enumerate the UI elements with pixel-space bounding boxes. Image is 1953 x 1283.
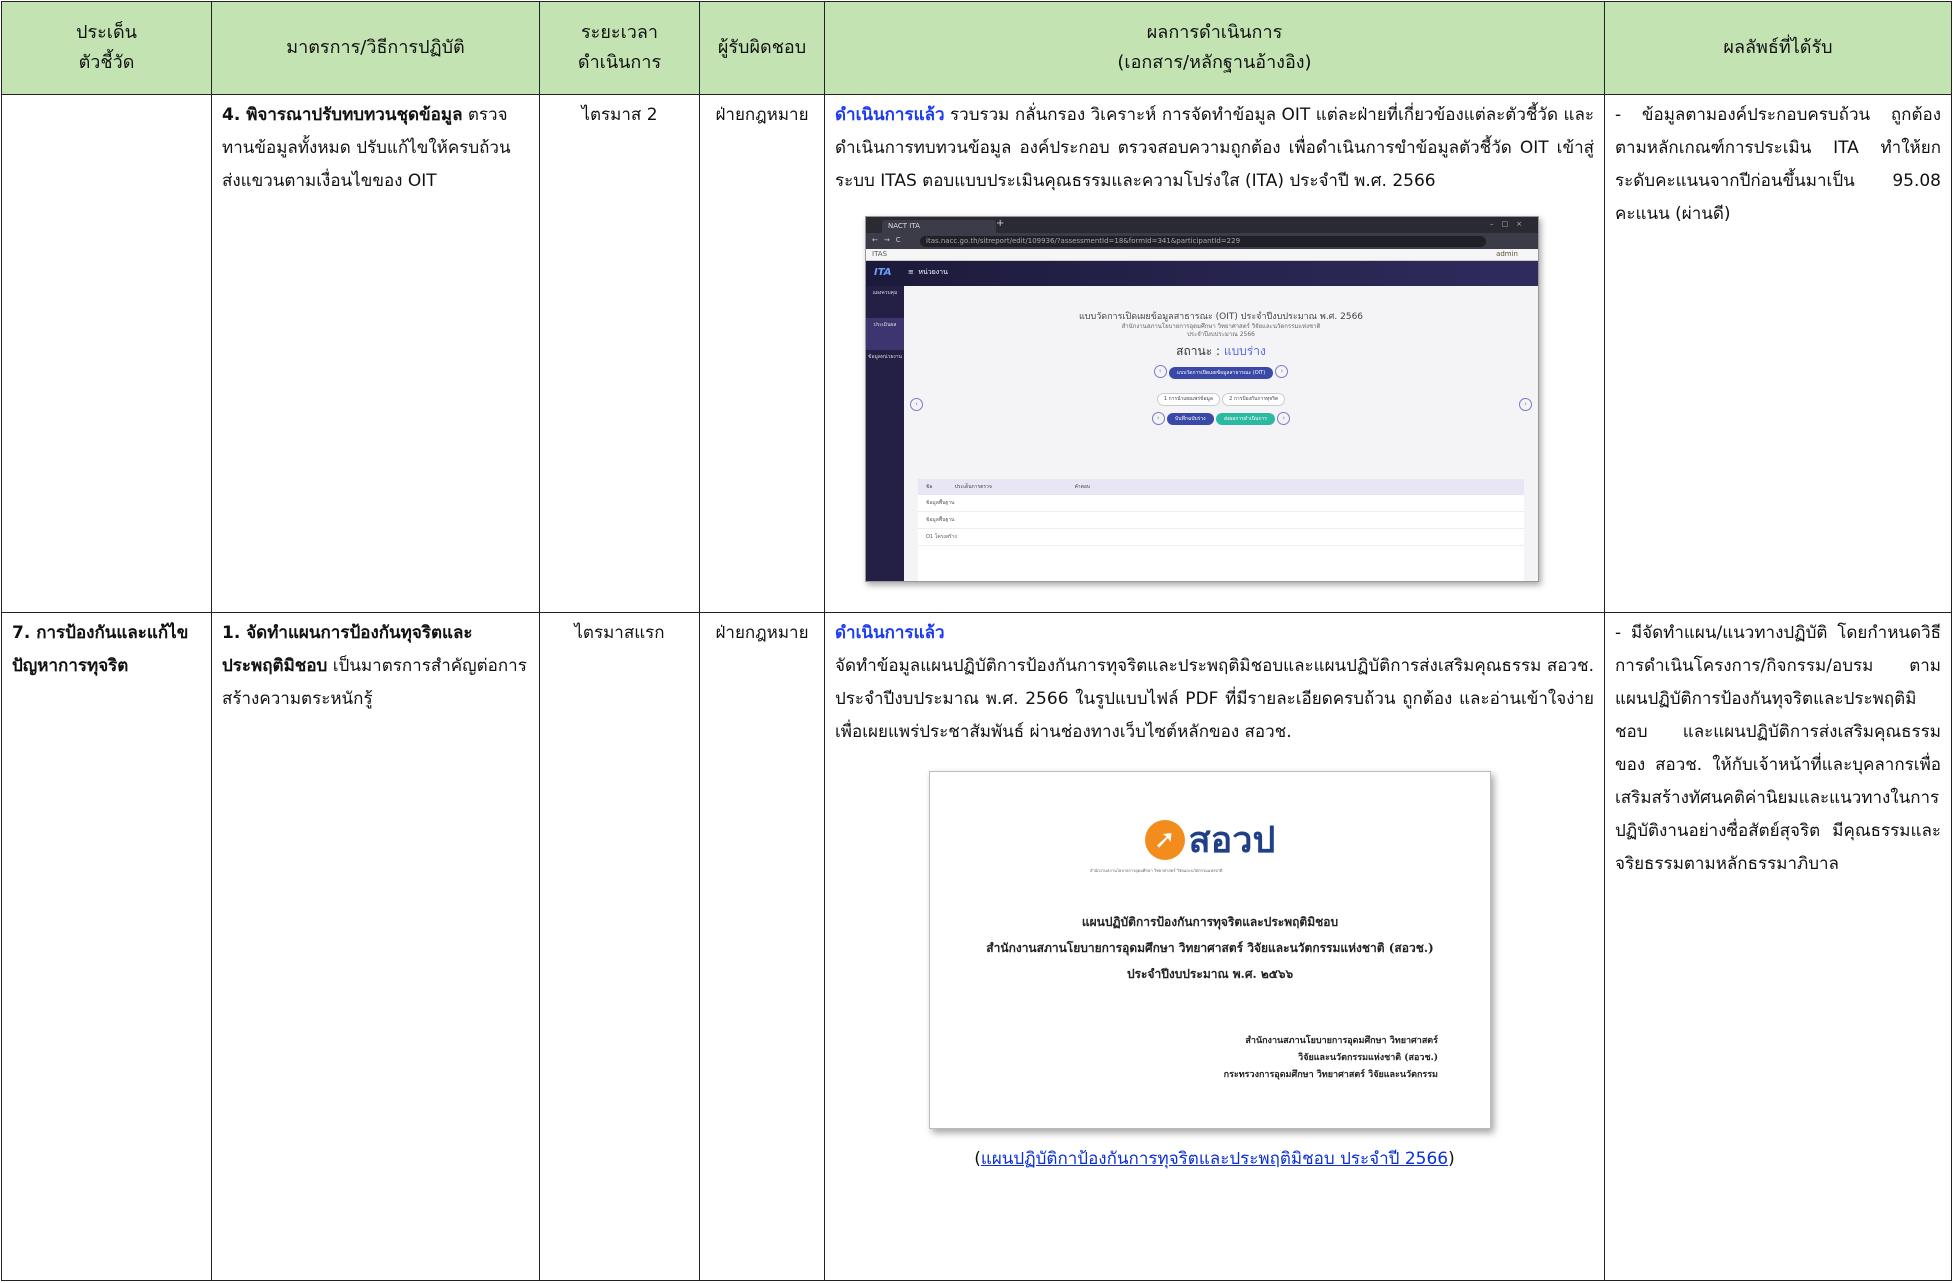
measure-cell: 4. พิจารณาปรับทบทวนชุดข้อมูล ตรวจทานข้อม… xyxy=(211,94,540,613)
cover-footer-line: วิจัยและนวัตกรรมแห่งชาติ (สอวช.) xyxy=(1298,1053,1438,1063)
app-content: แบบวัดการเปิดเผยข้อมูลสาธารณะ (OIT) ประจ… xyxy=(904,286,1538,581)
header-issue-line2: ตัวชี้วัด xyxy=(78,52,135,73)
period-cell: ไตรมาสแรก xyxy=(539,612,700,1281)
browser-addressbar: ←→C itas.nacc.go.th/sitreport/edit/10993… xyxy=(866,233,1538,249)
issue-cell: 7. การป้องกันและแก้ไขปัญหาการทุจริต xyxy=(1,612,212,1281)
bookmark-item: ITAS xyxy=(872,250,888,258)
sidebar-item: ประเมินผล xyxy=(866,318,904,350)
action-plan-table: ประเด็น ตัวชี้วัด มาตรการ/วิธีการปฏิบัติ … xyxy=(1,1,1952,1281)
form-status: สถานะ : แบบร่าง xyxy=(904,343,1538,359)
cover-footer: สำนักงานสภานโยบายการอุดมศึกษา วิทยาศาสตร… xyxy=(1224,1033,1438,1084)
header-measures: มาตรการ/วิธีการปฏิบัติ xyxy=(211,1,540,95)
sidebar-item: แผงควบคุม xyxy=(872,290,898,296)
form-selector: ‹ แบบวัดการเปิดเผยข้อมูลสาธารณะ (OIT) › xyxy=(904,365,1538,379)
period-cell: ไตรมาส 2 xyxy=(539,94,700,613)
nav-arrows-icon: ←→C xyxy=(872,236,907,244)
submit-button: ส่งผลการดำเนินการ xyxy=(1215,413,1275,425)
header-results-line2: (เอกสาร/หลักฐานอ้างอิง) xyxy=(1117,52,1312,73)
bookmark-bar: ITAS admin xyxy=(866,249,1538,261)
form-title: แบบวัดการเปิดเผยข้อมูลสาธารณะ (OIT) ประจ… xyxy=(1078,312,1364,322)
result-cell: ดำเนินการแล้ว รวบรวม กลั่นกรอง วิเคราะห์… xyxy=(824,94,1605,613)
cover-footer-line: สำนักงานสภานโยบายการอุดมศึกษา วิทยาศาสตร… xyxy=(1245,1036,1438,1046)
document-caption: (แผนปฏิบัติกาป้องกันการทุจริตและประพฤติม… xyxy=(835,1143,1594,1176)
table-row: 4. พิจารณาปรับทบทวนชุดข้อมูล ตรวจทานข้อม… xyxy=(1,94,1952,613)
owner-cell: ฝ่ายกฎหมาย xyxy=(699,612,825,1281)
status-label: ดำเนินการแล้ว xyxy=(835,105,945,125)
ita-logo: ITA xyxy=(874,267,892,278)
criteria-col: ข้อ xyxy=(926,484,933,490)
issue-cell xyxy=(1,94,212,613)
browser-tab: NACT ITA xyxy=(882,220,996,233)
sidebar-item: ข้อมูลหน่วยงาน xyxy=(868,354,902,360)
outcome-cell: - มีจัดทำแผน/แนวทางปฏิบัติ โดยกำหนดวิธีก… xyxy=(1604,612,1952,1281)
result-text: จัดทำข้อมูลแผนปฏิบัติการป้องกันการทุจริต… xyxy=(835,656,1594,742)
new-tab-icon: + xyxy=(996,218,1005,229)
header-issue-line1: ประเด็น xyxy=(76,22,137,43)
brand-logo: ➚ สอวป xyxy=(930,820,1490,870)
caption-close: ) xyxy=(1448,1149,1455,1169)
next-arrow-icon: › xyxy=(1277,411,1291,425)
criteria-row: ข้อมูลพื้นฐาน xyxy=(918,495,1524,512)
header-period-line1: ระยะเวลา xyxy=(581,22,658,43)
measure-cell: 1. จัดทำแผนการป้องกันทุจริตและประพฤติมิช… xyxy=(211,612,540,1281)
form-year: ประจำปีงบประมาณ 2566 xyxy=(1186,331,1255,338)
form-actions: ‹ บันทึกฉบับร่าง ส่งผลการดำเนินการ › xyxy=(904,411,1538,425)
brand-mark-icon: ➚ xyxy=(1144,820,1185,860)
step-indicator: 1 การนำเผยแพร่ข้อมูล 2 การป้องกันการทุจร… xyxy=(904,392,1538,406)
header-outcome: ผลลัพธ์ที่ได้รับ xyxy=(1604,1,1952,95)
owner-cell: ฝ่ายกฎหมาย xyxy=(699,94,825,613)
caption-open: ( xyxy=(974,1149,981,1169)
criteria-row: ข้อมูลพื้นฐาน xyxy=(918,512,1524,529)
page-prev-icon: ‹ xyxy=(910,398,923,411)
criteria-col: ประเด็นการตรวจ xyxy=(954,484,992,490)
user-menu: admin xyxy=(1496,250,1518,258)
cover-title-line: แผนปฏิบัติการป้องกันการทุจริตและประพฤติม… xyxy=(1081,915,1339,929)
result-cell: ดำเนินการแล้ว จัดทำข้อมูลแผนปฏิบัติการป้… xyxy=(824,612,1605,1281)
criteria-row: O1 โครงสร้าง xyxy=(918,529,1524,546)
measure-title: 4. พิจารณาปรับทบทวนชุดข้อมูล xyxy=(222,105,463,125)
header-row: ประเด็น ตัวชี้วัด มาตรการ/วิธีการปฏิบัติ … xyxy=(1,1,1952,95)
page-next-icon: › xyxy=(1519,398,1532,411)
cover-title: แผนปฏิบัติการป้องกันการทุจริตและประพฤติม… xyxy=(930,909,1490,987)
window-controls-icon: –□× xyxy=(1490,220,1530,228)
table-row: 7. การป้องกันและแก้ไขปัญหาการทุจริต 1. จ… xyxy=(1,612,1952,1281)
criteria-col: คำตอบ xyxy=(1074,484,1091,490)
prev-arrow-icon: ‹ xyxy=(1153,365,1167,378)
header-issue: ประเด็นตัวชี้วัด xyxy=(1,1,212,95)
header-period: ระยะเวลาดำเนินการ xyxy=(539,1,700,95)
outcome-cell: - ข้อมูลตามองค์ประกอบครบถ้วน ถูกต้องตามห… xyxy=(1604,94,1952,613)
header-owner: ผู้รับผิดชอบ xyxy=(699,1,825,95)
plan-document-cover: ➚ สอวป สำนักงานสภานโยบายการอุดมศึกษา วิทย… xyxy=(929,771,1491,1129)
cover-title-line: ประจำปีงบประมาณ พ.ศ. ๒๕๖๖ xyxy=(1126,967,1294,981)
brand-subtitle: สำนักงานสภานโยบายการอุดมศึกษา วิทยาศาสตร… xyxy=(1090,868,1223,873)
prev-arrow-icon: ‹ xyxy=(1151,411,1165,425)
header-results-line1: ผลการดำเนินการ xyxy=(1146,22,1283,43)
app-header: ITA ≡ หน่วยงาน xyxy=(866,261,1538,287)
itas-screenshot: NACT ITA + –□× ←→C itas.nacc.go.th/sitre… xyxy=(865,216,1539,582)
criteria-table: ข้อ ประเด็นการตรวจ คำตอบ ข้อมูลพื้นฐาน ข… xyxy=(918,479,1524,581)
plan-document-link[interactable]: แผนปฏิบัติกาป้องกันการทุจริตและประพฤติมิ… xyxy=(981,1149,1448,1169)
form-status-label: สถานะ : xyxy=(1176,344,1220,358)
cover-footer-line: กระทรวงการอุดมศึกษา วิทยาศาสตร์ วิจัยและ… xyxy=(1223,1070,1438,1080)
result-text: รวบรวม กลั่นกรอง วิเคราะห์ การจัดทำข้อมู… xyxy=(835,105,1594,191)
form-pill: แบบวัดการเปิดเผยข้อมูลสาธารณะ (OIT) xyxy=(1168,366,1274,379)
app-menu-label: หน่วยงาน xyxy=(918,268,948,276)
header-period-line2: ดำเนินการ xyxy=(577,52,662,73)
status-label: ดำเนินการแล้ว xyxy=(835,623,945,643)
form-org: สำนักงานสภานโยบายการอุดมศึกษา วิทยาศาสตร… xyxy=(1121,323,1321,330)
header-results: ผลการดำเนินการ (เอกสาร/หลักฐานอ้างอิง) xyxy=(824,1,1605,95)
save-draft-button: บันทึกฉบับร่าง xyxy=(1167,413,1214,425)
hamburger-icon: ≡ xyxy=(908,268,914,276)
next-arrow-icon: › xyxy=(1275,365,1289,378)
form-status-value: แบบร่าง xyxy=(1223,344,1266,358)
step-1: 1 การนำเผยแพร่ข้อมูล xyxy=(1156,392,1220,406)
app-menu: ≡ หน่วยงาน xyxy=(908,268,948,277)
app-sidebar: แผงควบคุม ประเมินผล ข้อมูลหน่วยงาน xyxy=(866,286,904,581)
brand-name: สอวป xyxy=(1188,819,1276,861)
criteria-table-header: ข้อ ประเด็นการตรวจ คำตอบ xyxy=(918,479,1524,495)
browser-tabbar: NACT ITA + –□× xyxy=(866,217,1538,233)
url-field: itas.nacc.go.th/sitreport/edit/109936/?a… xyxy=(920,236,1486,247)
cover-title-line: สำนักงานสภานโยบายการอุดมศึกษา วิทยาศาสตร… xyxy=(986,941,1434,955)
step-2: 2 การป้องกันการทุจริต xyxy=(1222,392,1286,406)
